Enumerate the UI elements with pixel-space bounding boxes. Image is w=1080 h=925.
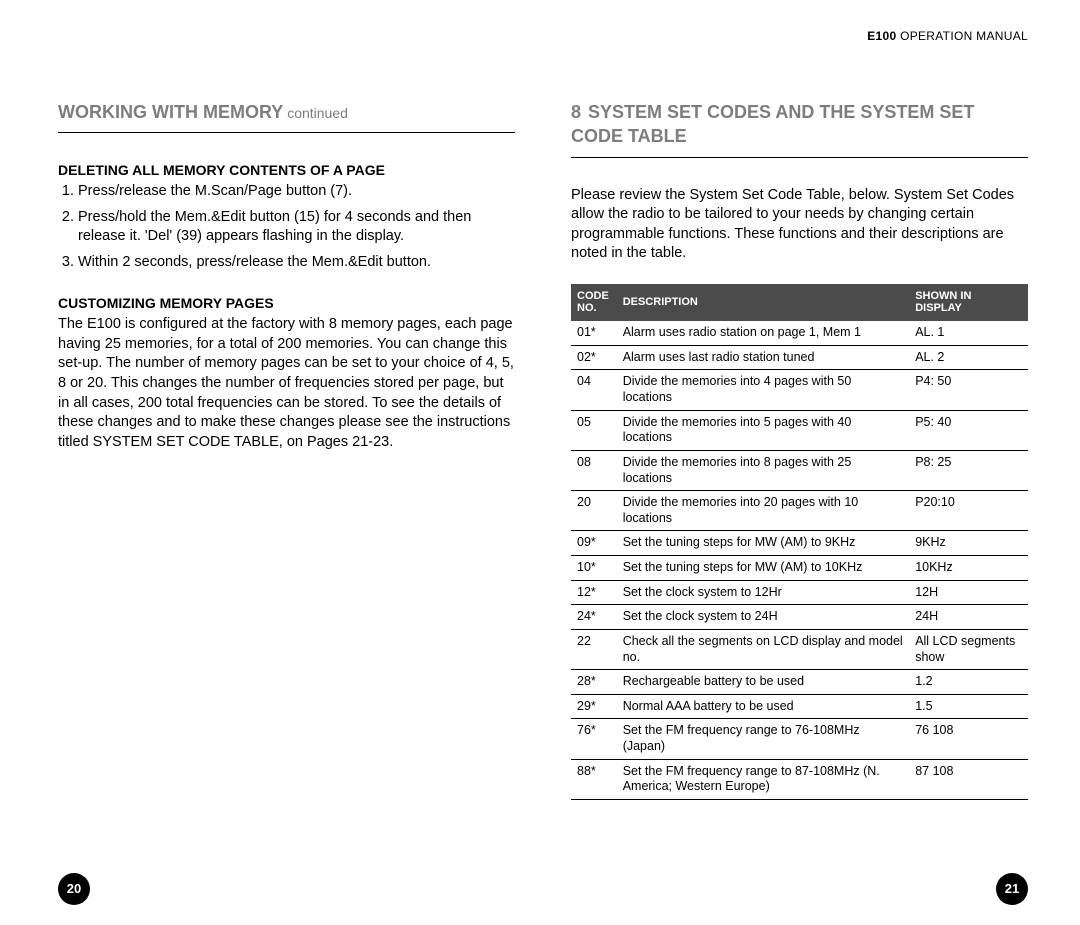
cell-desc: Divide the memories into 4 pages with 50…	[617, 370, 910, 410]
cell-disp: 76 108	[909, 719, 1028, 759]
table-row: 29*Normal AAA battery to be used1.5	[571, 694, 1028, 719]
para-customize: The E100 is configured at the factory wi…	[58, 315, 515, 452]
cell-disp: All LCD segments show	[909, 629, 1028, 669]
cell-desc: Alarm uses radio station on page 1, Mem …	[617, 321, 910, 345]
cell-code: 12*	[571, 580, 617, 605]
cell-code: 28*	[571, 670, 617, 695]
cell-desc: Set the FM frequency range to 76-108MHz …	[617, 719, 910, 759]
left-heading-main: WORKING WITH MEMORY	[58, 102, 283, 122]
cell-desc: Divide the memories into 20 pages with 1…	[617, 491, 910, 531]
left-section-heading: WORKING WITH MEMORY continued	[58, 100, 515, 133]
right-heading-num: 8	[571, 102, 581, 122]
cell-desc: Alarm uses last radio station tuned	[617, 345, 910, 370]
cell-disp: 12H	[909, 580, 1028, 605]
subhead-delete: DELETING ALL MEMORY CONTENTS OF A PAGE	[58, 161, 515, 180]
cell-desc: Divide the memories into 5 pages with 40…	[617, 410, 910, 450]
table-row: 28*Rechargeable battery to be used1.2	[571, 670, 1028, 695]
table-row: 24*Set the clock system to 24H24H	[571, 605, 1028, 630]
cell-code: 20	[571, 491, 617, 531]
cell-disp: 9KHz	[909, 531, 1028, 556]
cell-disp: 1.5	[909, 694, 1028, 719]
cell-desc: Set the tuning steps for MW (AM) to 9KHz	[617, 531, 910, 556]
cell-code: 01*	[571, 321, 617, 345]
cell-code: 29*	[571, 694, 617, 719]
cell-desc: Set the FM frequency range to 87-108MHz …	[617, 759, 910, 799]
cell-desc: Divide the memories into 8 pages with 25…	[617, 450, 910, 490]
left-column: WORKING WITH MEMORY continued DELETING A…	[58, 100, 515, 800]
cell-code: 88*	[571, 759, 617, 799]
cell-code: 05	[571, 410, 617, 450]
table-row: 88*Set the FM frequency range to 87-108M…	[571, 759, 1028, 799]
right-heading-main: SYSTEM SET CODES AND THE SYSTEM SET CODE…	[571, 102, 974, 146]
cell-code: 02*	[571, 345, 617, 370]
table-row: 08Divide the memories into 8 pages with …	[571, 450, 1028, 490]
cell-desc: Check all the segments on LCD display an…	[617, 629, 910, 669]
cell-disp: AL. 1	[909, 321, 1028, 345]
cell-desc: Rechargeable battery to be used	[617, 670, 910, 695]
table-row: 04Divide the memories into 4 pages with …	[571, 370, 1028, 410]
cell-code: 76*	[571, 719, 617, 759]
right-intro: Please review the System Set Code Table,…	[571, 186, 1028, 264]
table-row: 76*Set the FM frequency range to 76-108M…	[571, 719, 1028, 759]
right-column: 8 SYSTEM SET CODES AND THE SYSTEM SET CO…	[571, 100, 1028, 800]
cell-disp: P4: 50	[909, 370, 1028, 410]
cell-disp: 87 108	[909, 759, 1028, 799]
th-disp: SHOWN IN DISPLAY	[909, 284, 1028, 321]
cell-desc: Normal AAA battery to be used	[617, 694, 910, 719]
cell-disp: P20:10	[909, 491, 1028, 531]
cell-disp: 24H	[909, 605, 1028, 630]
cell-disp: P5: 40	[909, 410, 1028, 450]
cell-code: 10*	[571, 556, 617, 581]
table-row: 22Check all the segments on LCD display …	[571, 629, 1028, 669]
page-number-left: 20	[58, 873, 90, 905]
cell-code: 09*	[571, 531, 617, 556]
table-row: 09*Set the tuning steps for MW (AM) to 9…	[571, 531, 1028, 556]
cell-disp: P8: 25	[909, 450, 1028, 490]
th-desc: DESCRIPTION	[617, 284, 910, 321]
header-line: E100 OPERATION MANUAL	[867, 28, 1028, 44]
table-row: 20Divide the memories into 20 pages with…	[571, 491, 1028, 531]
right-section-heading: 8 SYSTEM SET CODES AND THE SYSTEM SET CO…	[571, 100, 1028, 158]
table-row: 01*Alarm uses radio station on page 1, M…	[571, 321, 1028, 345]
th-code: CODE NO.	[571, 284, 617, 321]
delete-steps: Press/release the M.Scan/Page button (7)…	[58, 182, 515, 272]
page-number-right: 21	[996, 873, 1028, 905]
cell-disp: 10KHz	[909, 556, 1028, 581]
cell-disp: 1.2	[909, 670, 1028, 695]
cell-code: 04	[571, 370, 617, 410]
cell-disp: AL. 2	[909, 345, 1028, 370]
table-row: 02*Alarm uses last radio station tunedAL…	[571, 345, 1028, 370]
cell-desc: Set the clock system to 12Hr	[617, 580, 910, 605]
table-row: 10*Set the tuning steps for MW (AM) to 1…	[571, 556, 1028, 581]
table-row: 12*Set the clock system to 12Hr12H	[571, 580, 1028, 605]
delete-step-2: Press/hold the Mem.&Edit button (15) for…	[78, 208, 515, 247]
cell-code: 08	[571, 450, 617, 490]
cell-code: 22	[571, 629, 617, 669]
columns: WORKING WITH MEMORY continued DELETING A…	[58, 100, 1028, 800]
code-table: CODE NO. DESCRIPTION SHOWN IN DISPLAY 01…	[571, 284, 1028, 800]
table-row: 05Divide the memories into 5 pages with …	[571, 410, 1028, 450]
subhead-customize: CUSTOMIZING MEMORY PAGES	[58, 294, 515, 313]
cell-desc: Set the clock system to 24H	[617, 605, 910, 630]
delete-step-1: Press/release the M.Scan/Page button (7)…	[78, 182, 515, 202]
cell-code: 24*	[571, 605, 617, 630]
cell-desc: Set the tuning steps for MW (AM) to 10KH…	[617, 556, 910, 581]
header-model: E100	[867, 29, 896, 43]
delete-step-3: Within 2 seconds, press/release the Mem.…	[78, 253, 515, 273]
left-heading-cont: continued	[283, 105, 348, 121]
header-rest: OPERATION MANUAL	[900, 29, 1028, 43]
